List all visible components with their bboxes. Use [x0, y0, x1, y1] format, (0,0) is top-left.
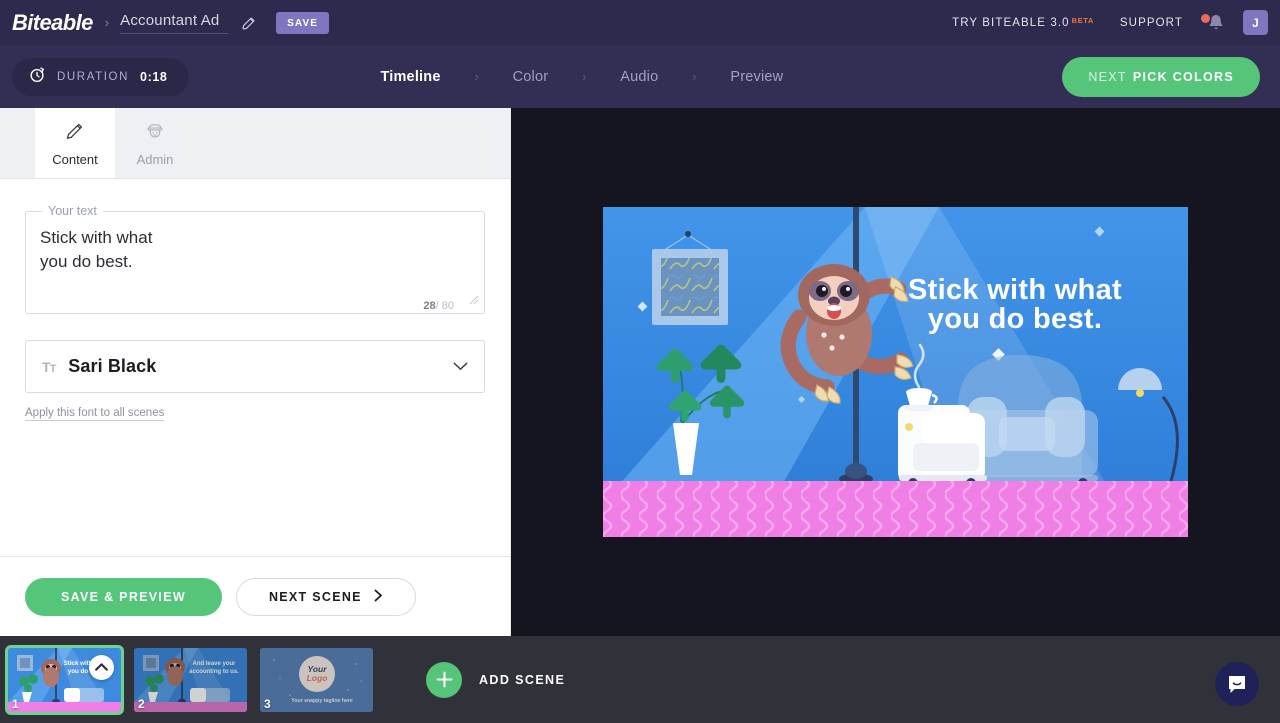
try-biteable-3-link[interactable]: TRY BITEABLE 3.0 BETA	[952, 15, 1094, 29]
top-bar-right: TRY BITEABLE 3.0 BETA SUPPORT J	[952, 10, 1280, 35]
font-select[interactable]: TT Sari Black	[25, 340, 485, 393]
video-headline-line1: Stick with what	[908, 274, 1122, 306]
duration-label: DURATION	[57, 70, 130, 83]
text-field-group: Your text Stick with what you do best. 2…	[25, 204, 485, 314]
resize-handle[interactable]	[468, 292, 479, 310]
step-separator: ›	[474, 69, 479, 84]
chevron-up-icon[interactable]	[89, 654, 114, 680]
duration-pill[interactable]: DURATION 0:18	[12, 57, 190, 96]
step-color[interactable]: Color	[513, 69, 549, 85]
nav-bar: DURATION 0:18 Timeline › Color › Audio ›…	[0, 45, 1280, 108]
font-select-value: Sari Black	[68, 356, 157, 376]
apply-font-all-scenes-link[interactable]: Apply this font to all scenes	[25, 407, 165, 421]
pencil-icon[interactable]	[240, 14, 258, 32]
next-scene-button[interactable]: NEXT SCENE	[235, 577, 416, 616]
panel-footer: SAVE & PREVIEW NEXT SCENE	[0, 556, 510, 636]
tab-admin[interactable]: Admin	[115, 108, 195, 178]
add-scene-label: ADD SCENE	[479, 672, 566, 687]
duration-value: 0:18	[140, 69, 168, 84]
biteable-editor: Biteable › Accountant Ad SAVE TRY BITEAB…	[0, 0, 1280, 723]
step-timeline[interactable]: Timeline	[380, 69, 440, 85]
video-preview[interactable]: Stick with what you do best.	[603, 207, 1188, 537]
try-biteable-label: TRY BITEABLE 3.0	[952, 16, 1070, 29]
admin-officer-icon	[144, 120, 166, 147]
beta-badge: BETA	[1071, 15, 1094, 25]
scene-text-input[interactable]: Stick with what you do best.	[40, 224, 470, 274]
support-link[interactable]: SUPPORT	[1120, 17, 1183, 29]
panel-form: Your text Stick with what you do best. 2…	[0, 179, 510, 421]
next-pick-colors-button[interactable]: NEXT PICK COLORS	[1062, 56, 1260, 97]
text-format-icon: TT	[42, 358, 56, 375]
scene-number: 3	[264, 696, 271, 711]
character-count: 28	[423, 300, 436, 312]
video-stage: Stick with what you do best.	[511, 108, 1280, 636]
save-and-preview-button[interactable]: SAVE & PREVIEW	[25, 577, 222, 616]
project-name-field[interactable]: Accountant Ad	[120, 12, 229, 34]
save-button[interactable]: SAVE	[276, 11, 330, 34]
scene-thumbnail-1[interactable]: Stick with what you do best. 1	[5, 644, 124, 715]
character-counter: 28/ 80	[423, 300, 454, 312]
pick-colors-label: PICK COLORS	[1132, 69, 1234, 84]
step-preview[interactable]: Preview	[730, 69, 783, 85]
text-field-legend: Your text	[48, 204, 97, 218]
scene-timeline: Stick with what you do best. 1 And leave…	[0, 636, 1280, 723]
character-max: / 80	[435, 300, 454, 312]
tab-admin-label: Admin	[136, 151, 174, 167]
chevron-right-icon	[374, 589, 383, 605]
step-audio[interactable]: Audio	[620, 69, 658, 85]
top-bar: Biteable › Accountant Ad SAVE TRY BITEAB…	[0, 0, 1280, 45]
plus-icon	[426, 661, 462, 698]
scene-number: 1	[12, 696, 19, 711]
next-scene-label: NEXT SCENE	[268, 589, 362, 604]
editor-panel: Content Admin Your text Stick with what …	[0, 108, 511, 636]
pencil-icon	[64, 120, 86, 147]
chevron-down-icon	[453, 358, 468, 376]
scene-list: Stick with what you do best. 1 And leave…	[0, 636, 1280, 723]
avatar[interactable]: J	[1243, 10, 1268, 35]
step-separator: ›	[692, 69, 697, 84]
step-separator: ›	[582, 69, 587, 84]
breadcrumb-separator: ›	[104, 15, 110, 30]
video-headline-line2: you do best.	[928, 303, 1102, 335]
stopwatch-icon	[29, 66, 46, 88]
tab-content-label: Content	[52, 151, 98, 167]
intercom-chat-icon[interactable]	[1215, 662, 1259, 706]
scene-thumbnail-2[interactable]: And leave your accounting to us. 2	[134, 647, 247, 712]
panel-tabs: Content Admin	[0, 108, 510, 179]
scene-number: 2	[138, 696, 145, 711]
next-label: NEXT	[1088, 69, 1127, 84]
add-scene-button[interactable]: ADD SCENE	[426, 661, 566, 698]
step-nav: Timeline › Color › Audio › Preview	[380, 69, 783, 85]
tab-content[interactable]: Content	[35, 108, 115, 178]
bell-icon[interactable]	[1201, 12, 1225, 34]
scene-thumbnail-3[interactable]: Your Logo Your snappy tagline here 3	[260, 647, 373, 712]
biteable-logo[interactable]: Biteable	[12, 10, 93, 36]
